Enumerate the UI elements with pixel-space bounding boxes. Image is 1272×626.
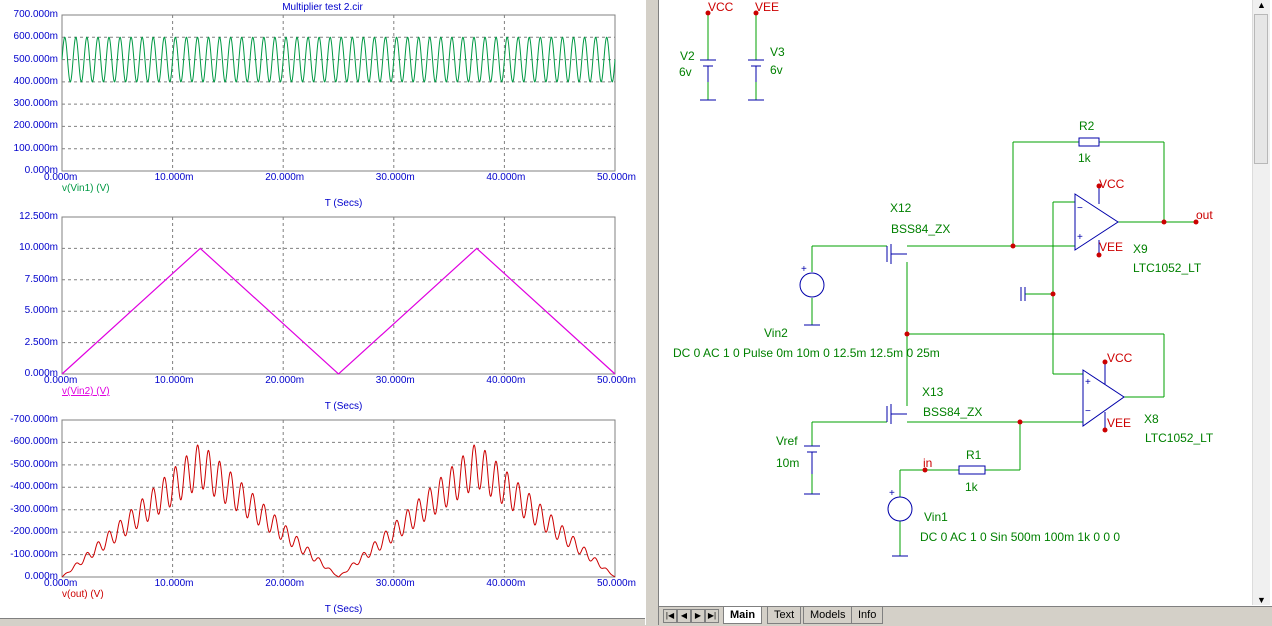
v2-name: V2 xyxy=(680,49,695,63)
scroll-up-icon[interactable]: ▲ xyxy=(1253,0,1270,10)
x8-vee: VEE xyxy=(1107,416,1131,430)
x9-name: X9 xyxy=(1133,242,1148,256)
vertical-scrollbar[interactable]: ▲ ▼ xyxy=(1252,0,1270,605)
y-tick-label: 2.500m xyxy=(24,336,58,348)
schematic-tab-bar: |◀ ◀ ▶ ▶| Main Text Models Info xyxy=(659,606,1272,625)
plot-frame xyxy=(61,419,616,578)
x9-vcc: VCC xyxy=(1099,177,1125,191)
x12-name: X12 xyxy=(890,201,912,215)
pane-splitter[interactable] xyxy=(645,0,659,625)
v3-value: 6v xyxy=(770,63,783,77)
x-tick-label: 20.000m xyxy=(265,578,305,589)
in-label: in xyxy=(923,456,932,470)
vin2-name: Vin2 xyxy=(764,326,788,340)
y-tick-label: -500.000m xyxy=(10,458,58,470)
x-tick-label: 20.000m xyxy=(265,375,305,386)
vin1-plus: + xyxy=(889,488,895,499)
x-tick-label: 0.000m xyxy=(44,578,78,589)
plot-frame xyxy=(61,14,616,172)
r1-value: 1k xyxy=(965,480,979,494)
y-tick-label: 12.500m xyxy=(19,211,58,222)
y-tick-label: 700.000m xyxy=(13,9,58,20)
x-axis-label: T (Secs) xyxy=(324,604,363,615)
tab-text[interactable]: Text xyxy=(767,607,802,624)
r2-value: 1k xyxy=(1078,151,1092,165)
y-tick-label: 400.000m xyxy=(13,75,58,87)
trace-label: v(out) (V) xyxy=(62,589,104,600)
x8-minus: − xyxy=(1085,406,1091,417)
tab-models[interactable]: Models xyxy=(803,607,853,624)
x-tick-label: 0.000m xyxy=(44,172,78,183)
vin1-name: Vin1 xyxy=(924,510,948,524)
tab-main[interactable]: Main xyxy=(723,607,763,624)
x13-model: BSS84_ZX xyxy=(923,405,982,419)
x-axis-label: T (Secs) xyxy=(324,401,363,412)
y-tick-label: 10.000m xyxy=(19,242,58,254)
x9-vee: VEE xyxy=(1099,240,1123,254)
plot-canvas xyxy=(61,14,616,578)
x9-plus: + xyxy=(1077,232,1083,243)
x-tick-label: 40.000m xyxy=(486,172,526,183)
y-tick-label: -400.000m xyxy=(10,481,58,493)
v3-name: V3 xyxy=(770,45,785,59)
x9-minus: − xyxy=(1077,203,1083,214)
y-tick-label: 7.500m xyxy=(24,273,58,285)
x-tick-label: 10.000m xyxy=(154,578,194,589)
r1-name: R1 xyxy=(966,448,982,462)
vee-label: VEE xyxy=(755,0,779,14)
trace-label: v(Vin1) (V) xyxy=(62,183,110,194)
x-tick-label: 0.000m xyxy=(44,375,78,386)
x13-name: X13 xyxy=(922,385,944,399)
y-tick-label: 100.000m xyxy=(13,142,58,154)
x-tick-label: 30.000m xyxy=(375,578,415,589)
y-tick-label: 500.000m xyxy=(13,53,58,65)
schematic-window: VCC VEE V2 6v V3 6v R2 1k X12 BSS84_ZX V… xyxy=(659,0,1272,625)
x-tick-label: 30.000m xyxy=(375,375,415,386)
y-tick-label: -100.000m xyxy=(10,548,58,560)
vin2-spec: DC 0 AC 1 0 Pulse 0m 10m 0 12.5m 12.5m 0… xyxy=(673,346,940,360)
x-axis-label: T (Secs) xyxy=(324,198,363,209)
y-tick-label: -300.000m xyxy=(10,503,58,515)
trace-label: v(Vin2) (V) xyxy=(62,386,110,397)
y-tick-label: -200.000m xyxy=(10,526,58,538)
x8-name: X8 xyxy=(1144,412,1159,426)
y-tick-label: 5.000m xyxy=(24,305,58,317)
x-tick-label: 10.000m xyxy=(154,172,194,183)
scroll-down-icon[interactable]: ▼ xyxy=(1253,595,1270,605)
x8-plus: + xyxy=(1085,377,1091,388)
first-page-icon[interactable]: |◀ xyxy=(663,609,677,623)
next-page-icon[interactable]: ▶ xyxy=(691,609,705,623)
plot-frame xyxy=(61,216,616,375)
tab-info[interactable]: Info xyxy=(851,607,884,624)
x8-model: LTC1052_LT xyxy=(1145,431,1214,445)
vref-name: Vref xyxy=(776,434,798,448)
vin1-spec: DC 0 AC 1 0 Sin 500m 100m 1k 0 0 0 xyxy=(920,530,1120,544)
x12-model: BSS84_ZX xyxy=(891,222,950,236)
prev-page-icon[interactable]: ◀ xyxy=(677,609,691,623)
y-tick-label: 300.000m xyxy=(13,98,58,110)
scroll-thumb[interactable] xyxy=(1254,14,1268,164)
x-tick-label: 30.000m xyxy=(375,172,415,183)
schematic-canvas: VCC VEE V2 6v V3 6v R2 1k X12 BSS84_ZX V… xyxy=(673,0,1214,557)
last-page-icon[interactable]: ▶| xyxy=(705,609,719,623)
x8-vcc: VCC xyxy=(1107,351,1133,365)
x-tick-label: 10.000m xyxy=(154,375,194,386)
x9-model: LTC1052_LT xyxy=(1133,261,1202,275)
vin2-plus: + xyxy=(801,264,807,275)
y-tick-label: -700.000m xyxy=(10,414,58,425)
plot-window: Multiplier test 2.cir 700.000m 600.000m 50… xyxy=(0,0,645,625)
vref-value: 10m xyxy=(776,456,799,470)
x-tick-label: 40.000m xyxy=(486,375,526,386)
x-tick-label: 20.000m xyxy=(265,172,305,183)
y-tick-label: 600.000m xyxy=(13,31,58,43)
vcc-label: VCC xyxy=(708,0,734,14)
x-tick-label: 40.000m xyxy=(486,578,526,589)
r2-name: R2 xyxy=(1079,119,1095,133)
out-label: out xyxy=(1196,208,1213,222)
y-tick-label: 200.000m xyxy=(13,120,58,132)
v2-value: 6v xyxy=(679,65,692,79)
y-tick-label: -600.000m xyxy=(10,436,58,448)
